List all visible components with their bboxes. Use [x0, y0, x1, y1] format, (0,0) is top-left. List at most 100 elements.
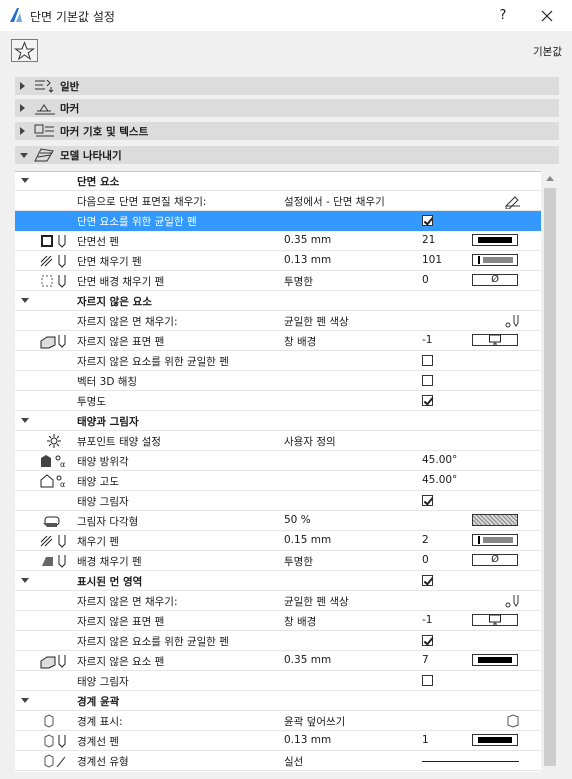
property-row[interactable]: 채우기 펜 0.15 mm 2 [15, 531, 541, 551]
row-number[interactable]: 0 [422, 274, 429, 286]
pen-swatch[interactable]: Ø [472, 554, 518, 566]
group-header[interactable]: 경계 윤곽 [15, 691, 541, 711]
row-number[interactable]: 45.00° [422, 474, 457, 486]
collapse-arrow-icon[interactable] [21, 698, 29, 703]
box-icon[interactable] [503, 713, 523, 729]
property-row[interactable]: 경계 표시: 윤곽 덮어쓰기 [15, 711, 541, 731]
row-number[interactable]: 101 [422, 254, 442, 266]
row-value[interactable]: 0.15 mm [284, 534, 331, 546]
property-row[interactable]: 그림자 다각형 50 % [15, 511, 541, 531]
property-row[interactable]: 단면 요소를 위한 균일한 펜 [15, 211, 541, 231]
property-row[interactable]: 태양 그림자 [15, 491, 541, 511]
group-header[interactable]: 단면 요소 [15, 171, 541, 191]
expand-arrow-icon[interactable] [20, 104, 25, 112]
expand-arrow-icon[interactable] [20, 127, 25, 135]
expand-arrow-icon[interactable] [20, 82, 25, 90]
pen-swatch[interactable] [472, 334, 518, 346]
group-header[interactable]: 자르지 않은 요소 [15, 291, 541, 311]
property-row[interactable]: 경계선 유형 실선 [15, 751, 541, 771]
checkbox[interactable] [422, 215, 433, 226]
section-3[interactable]: 마커 기호 및 텍스트 [15, 122, 559, 140]
row-number[interactable]: 7 [422, 654, 429, 666]
collapse-arrow-icon[interactable] [20, 153, 28, 158]
pen-swatch[interactable] [472, 534, 518, 546]
pen-swatch[interactable] [472, 514, 518, 526]
close-button[interactable] [535, 6, 559, 26]
property-row[interactable]: 단면선 펜 0.35 mm 21 [15, 231, 541, 251]
pen-swatch[interactable] [472, 254, 518, 266]
pen-swatch[interactable] [472, 734, 518, 746]
property-row[interactable]: 경계선 펜 0.13 mm 1 [15, 731, 541, 751]
collapse-arrow-icon[interactable] [21, 578, 29, 583]
checkbox[interactable] [422, 675, 433, 686]
property-row[interactable]: 배경 채우기 펜 투명한 0 Ø [15, 551, 541, 571]
pen-swatch[interactable] [472, 234, 518, 246]
property-row[interactable]: 태양 그림자 [15, 671, 541, 691]
row-value[interactable]: 윤곽 덮어쓰기 [284, 714, 345, 729]
pen-swatch[interactable]: Ø [472, 274, 518, 286]
collapse-arrow-icon[interactable] [21, 178, 29, 183]
property-row[interactable]: 단면 채우기 펜 0.13 mm 101 [15, 251, 541, 271]
favorites-button[interactable] [11, 39, 38, 62]
pencil-ruler-icon[interactable] [503, 193, 523, 210]
row-value[interactable]: 투명한 [284, 554, 313, 569]
row-value[interactable]: 실선 [284, 754, 303, 769]
pen-swatch[interactable] [472, 614, 518, 626]
property-row[interactable]: 자르지 않은 요소를 위한 균일한 펜 [15, 631, 541, 651]
property-row[interactable]: 자르지 않은 면 채우기: 균일한 펜 색상 [15, 591, 541, 611]
group-header[interactable]: 표시된 먼 영역 [15, 571, 541, 591]
scroll-up-arrow[interactable] [546, 176, 554, 181]
sun-altitude-icon: α [39, 473, 69, 489]
row-value[interactable]: 0.13 mm [284, 254, 331, 266]
help-button[interactable]: ? [493, 6, 513, 26]
row-value[interactable]: 창 배경 [284, 334, 316, 349]
checkbox[interactable] [422, 635, 433, 646]
row-value[interactable]: 투명한 [284, 274, 313, 289]
property-row[interactable]: 자르지 않은 표면 펜 창 배경 -1 [15, 611, 541, 631]
property-row[interactable]: α 태양 고도 45.00° [15, 471, 541, 491]
pen-swatch[interactable] [472, 654, 518, 666]
row-value[interactable]: 0.13 mm [284, 734, 331, 746]
collapse-arrow-icon[interactable] [21, 418, 29, 423]
checkbox[interactable] [422, 375, 433, 386]
pen-settings-icon[interactable] [503, 313, 523, 329]
property-row[interactable]: α 태양 방위각 45.00° [15, 451, 541, 471]
row-number[interactable]: -1 [422, 334, 432, 346]
scroll-thumb[interactable] [544, 188, 556, 766]
section-2[interactable]: 마커 [15, 99, 559, 117]
solid-line-sample[interactable] [422, 761, 519, 762]
row-number[interactable]: 0 [422, 554, 429, 566]
section-1[interactable]: 일반 [15, 77, 559, 95]
row-number[interactable]: 45.00° [422, 454, 457, 466]
property-row[interactable]: 벡터 3D 해칭 [15, 371, 541, 391]
checkbox[interactable] [422, 355, 433, 366]
property-row[interactable]: 자르지 않은 요소 펜 0.35 mm 7 [15, 651, 541, 671]
row-value[interactable]: 설정에서 - 단면 채우기 [284, 194, 385, 209]
property-row[interactable]: 투명도 [15, 391, 541, 411]
section-4[interactable]: 모델 나타내기 [15, 146, 559, 164]
pen-settings-icon[interactable] [503, 593, 523, 609]
property-row[interactable]: 자르지 않은 요소를 위한 균일한 펜 [15, 351, 541, 371]
checkbox[interactable] [422, 395, 433, 406]
row-value[interactable]: 0.35 mm [284, 234, 331, 246]
property-row[interactable]: 자르지 않은 표면 펜 창 배경 -1 [15, 331, 541, 351]
row-value[interactable]: 균일한 펜 색상 [284, 594, 349, 609]
row-number[interactable]: 1 [422, 734, 429, 746]
row-number[interactable]: 21 [422, 234, 435, 246]
row-value[interactable]: 50 % [284, 514, 311, 526]
row-value[interactable]: 균일한 펜 색상 [284, 314, 349, 329]
property-row[interactable]: 단면 배경 채우기 펜 투명한 0 Ø [15, 271, 541, 291]
checkbox[interactable] [422, 495, 433, 506]
collapse-arrow-icon[interactable] [21, 298, 29, 303]
property-row[interactable]: 뷰포인트 태양 설정 사용자 정의 [15, 431, 541, 451]
model-display-icon [33, 147, 57, 163]
property-row[interactable]: 다음으로 단면 표면질 채우기: 설정에서 - 단면 채우기 [15, 191, 541, 211]
checkbox[interactable] [422, 575, 433, 586]
row-value[interactable]: 창 배경 [284, 614, 316, 629]
row-value[interactable]: 사용자 정의 [284, 434, 336, 449]
group-header[interactable]: 태양과 그림자 [15, 411, 541, 431]
row-value[interactable]: 0.35 mm [284, 654, 331, 666]
row-number[interactable]: 2 [422, 534, 429, 546]
row-number[interactable]: -1 [422, 614, 432, 626]
property-row[interactable]: 자르지 않은 면 채우기: 균일한 펜 색상 [15, 311, 541, 331]
